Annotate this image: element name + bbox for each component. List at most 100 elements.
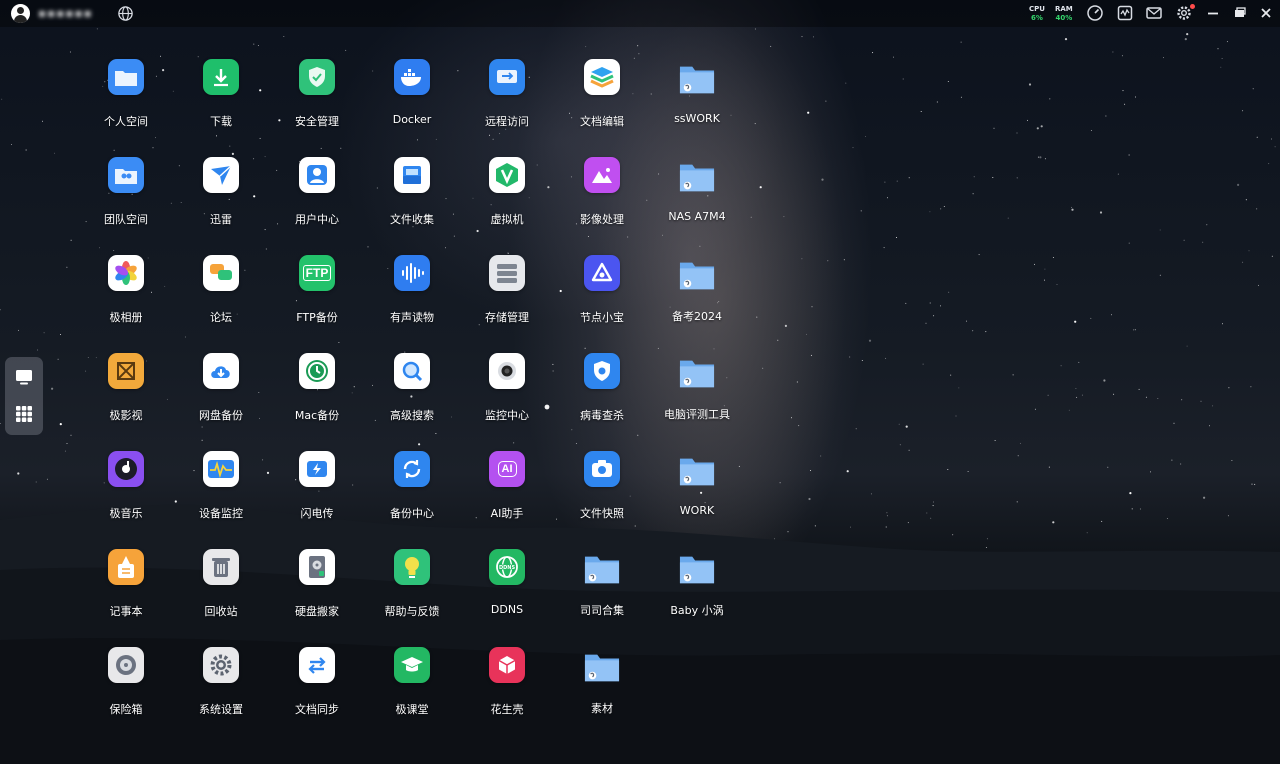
app-label: 监控中心 xyxy=(485,409,529,422)
app-cloud-download[interactable]: 网盘备份 xyxy=(176,353,266,439)
speedometer-icon[interactable] xyxy=(1086,4,1104,22)
app-user[interactable]: 用户中心 xyxy=(272,157,362,243)
mail-icon[interactable] xyxy=(1145,4,1163,22)
app-label: 下载 xyxy=(210,115,232,128)
disk-move-icon xyxy=(299,549,335,585)
time-machine-icon xyxy=(299,353,335,389)
app-ftp[interactable]: FTP FTP备份 xyxy=(272,255,362,341)
app-doc-sync[interactable]: 文档同步 xyxy=(272,647,362,733)
app-antivirus[interactable]: 病毒查杀 xyxy=(557,353,647,439)
shared-folder[interactable]: 电脑评测工具 xyxy=(652,355,742,441)
monitor-wave-icon xyxy=(203,451,239,487)
app-monitor-wave[interactable]: 设备监控 xyxy=(176,451,266,537)
app-download[interactable]: 下载 xyxy=(176,59,266,145)
folder-label: WORK xyxy=(679,504,715,517)
app-label: 文档同步 xyxy=(295,703,339,716)
app-graduation-cap[interactable]: 极课堂 xyxy=(367,647,457,733)
trash-icon xyxy=(203,549,239,585)
app-label: Mac备份 xyxy=(294,409,340,422)
app-notes[interactable]: 记事本 xyxy=(81,549,171,635)
app-sync[interactable]: 备份中心 xyxy=(367,451,457,537)
app-label: 设备监控 xyxy=(199,507,243,520)
ram-usage[interactable]: RAM 40% xyxy=(1055,5,1073,23)
app-image-process[interactable]: 影像处理 xyxy=(557,157,647,243)
app-node[interactable]: 节点小宝 xyxy=(557,255,647,341)
app-flash-transfer[interactable]: 闪电传 xyxy=(272,451,362,537)
remote-access-icon xyxy=(489,59,525,95)
app-layers[interactable]: 文档编辑 xyxy=(557,59,647,145)
globe-icon[interactable] xyxy=(117,5,134,22)
app-disk-move[interactable]: 硬盘搬家 xyxy=(272,549,362,635)
folder-label: 备考2024 xyxy=(672,310,722,323)
node-icon xyxy=(584,255,620,291)
app-camera-lens[interactable]: 监控中心 xyxy=(462,353,552,439)
folder-space-icon xyxy=(108,59,144,95)
app-remote-access[interactable]: 远程访问 xyxy=(462,59,552,145)
app-label: 高级搜索 xyxy=(390,409,434,422)
app-grid-icon[interactable] xyxy=(14,404,34,424)
app-photos-flower[interactable]: 极相册 xyxy=(81,255,171,341)
layers-icon xyxy=(584,59,620,95)
folder-label: ssWORK xyxy=(674,112,720,125)
left-dock xyxy=(5,357,43,435)
app-label: 节点小宝 xyxy=(580,311,624,324)
resource-monitor-icon[interactable] xyxy=(1116,4,1134,22)
folder-label: 司司合集 xyxy=(580,604,624,617)
ram-value: 40% xyxy=(1055,14,1073,22)
app-shield[interactable]: 安全管理 xyxy=(272,59,362,145)
app-label: 安全管理 xyxy=(295,115,339,128)
shared-folder[interactable]: NAS A7M4 xyxy=(652,159,742,245)
shared-folder[interactable]: 素材 xyxy=(557,649,647,735)
app-ai[interactable]: AI AI助手 xyxy=(462,451,552,537)
app-audio-wave[interactable]: 有声读物 xyxy=(367,255,457,341)
ddns-globe-icon: DDNS xyxy=(489,549,525,585)
inbox-icon xyxy=(394,157,430,193)
minimize-icon[interactable] xyxy=(1204,4,1222,22)
shared-folder[interactable]: 司司合集 xyxy=(557,551,647,637)
app-folder-space[interactable]: 个人空间 xyxy=(81,59,171,145)
app-music[interactable]: 极音乐 xyxy=(81,451,171,537)
app-settings-gear[interactable]: 系统设置 xyxy=(176,647,266,733)
antivirus-icon xyxy=(584,353,620,389)
app-search[interactable]: 高级搜索 xyxy=(367,353,457,439)
chat-bubbles-icon xyxy=(203,255,239,291)
ai-icon: AI xyxy=(489,451,525,487)
app-thunder-bird[interactable]: 迅雷 xyxy=(176,157,266,243)
desktop-icon[interactable] xyxy=(14,367,34,387)
app-lightbulb[interactable]: 帮助与反馈 xyxy=(367,549,457,635)
close-icon[interactable] xyxy=(1257,4,1275,22)
app-storage[interactable]: 存储管理 xyxy=(462,255,552,341)
app-label: 系统设置 xyxy=(199,703,243,716)
app-trash[interactable]: 回收站 xyxy=(176,549,266,635)
shared-folder[interactable]: WORK xyxy=(652,453,742,539)
shared-folder[interactable]: ssWORK xyxy=(652,61,742,147)
shared-folder[interactable]: 备考2024 xyxy=(652,257,742,343)
app-vm-v[interactable]: 虚拟机 xyxy=(462,157,552,243)
photos-flower-icon xyxy=(108,255,144,291)
username: ▪▪▪▪▪▪ xyxy=(38,6,93,20)
shared-folder[interactable]: Baby 小涡 xyxy=(652,551,742,637)
app-inbox[interactable]: 文件收集 xyxy=(367,157,457,243)
app-label: FTP备份 xyxy=(296,311,338,324)
app-team-folder[interactable]: 团队空间 xyxy=(81,157,171,243)
avatar[interactable] xyxy=(11,4,30,23)
app-docker[interactable]: Docker xyxy=(367,59,457,145)
user-icon xyxy=(299,157,335,193)
app-label: DDNS xyxy=(490,603,524,616)
top-bar: ▪▪▪▪▪▪ CPU 6% RAM 40% xyxy=(0,0,1280,27)
shared-folder-icon xyxy=(679,453,715,489)
app-time-machine[interactable]: Mac备份 xyxy=(272,353,362,439)
app-peanut-shell[interactable]: 花生壳 xyxy=(462,647,552,733)
app-snapshot-camera[interactable]: 文件快照 xyxy=(557,451,647,537)
app-safe[interactable]: 保险箱 xyxy=(81,647,171,733)
app-ddns-globe[interactable]: DDNS DDNS xyxy=(462,549,552,635)
thunder-bird-icon xyxy=(203,157,239,193)
restore-icon[interactable] xyxy=(1231,4,1249,22)
app-chat-bubbles[interactable]: 论坛 xyxy=(176,255,266,341)
lightbulb-icon xyxy=(394,549,430,585)
app-label: 花生壳 xyxy=(490,703,524,716)
flash-transfer-icon xyxy=(299,451,335,487)
app-label: 文件收集 xyxy=(390,213,434,226)
cpu-usage[interactable]: CPU 6% xyxy=(1029,5,1045,23)
app-video[interactable]: 极影视 xyxy=(81,353,171,439)
